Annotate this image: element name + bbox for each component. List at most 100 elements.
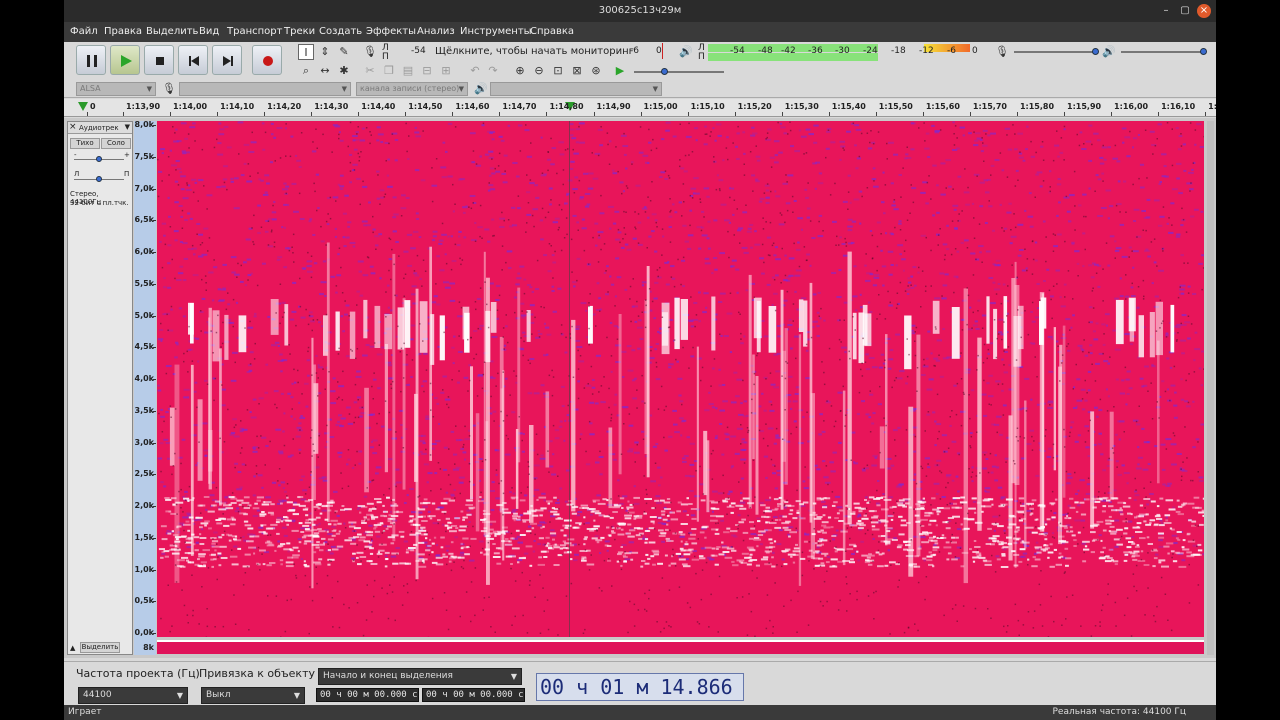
play-button[interactable] — [110, 45, 140, 75]
selection-end-field[interactable]: 00 ч 00 м 00.000 с — [422, 688, 525, 702]
play-meter-tick: -36 — [808, 46, 823, 56]
ruler-tick-label: 1:15,70 — [972, 102, 1007, 111]
paste-icon[interactable]: ▤ — [400, 63, 416, 79]
ruler-tick-label: 1:15,60 — [925, 102, 960, 111]
track-menu-chevron-icon[interactable]: ▼ — [125, 123, 130, 131]
record-volume-track[interactable] — [1014, 51, 1098, 53]
chevron-down-icon: ▼ — [146, 85, 152, 93]
window-title: 300625с13ч29м — [598, 5, 682, 16]
play-region-start-icon[interactable] — [78, 102, 88, 111]
play-volume-track[interactable] — [1121, 51, 1205, 53]
pause-button[interactable] — [76, 45, 106, 75]
zoom-tool-icon[interactable]: ⌕ — [298, 63, 314, 79]
second-channel-strip[interactable] — [157, 640, 1204, 654]
maximize-icon[interactable]: ▢ — [1178, 4, 1192, 18]
record-meter-right-channel: П — [382, 52, 389, 62]
record-meter-monitor-text[interactable]: Щёлкните, чтобы начать мониторинг — [435, 46, 634, 57]
project-rate-combo[interactable]: 44100 ▼ — [78, 687, 188, 704]
pan-slider-knob[interactable] — [96, 176, 102, 182]
fit-selection-icon[interactable]: ⊡ — [550, 63, 566, 79]
timeline-ruler[interactable]: 0 1:13,90 1:14,00 1:14,10 1:14,20 1:14,30 1:14… — [64, 99, 1216, 117]
track-name[interactable]: Аудиотрек — [79, 124, 119, 132]
cut-icon[interactable]: ✂ — [362, 63, 378, 79]
time-seconds: 14.866 — [660, 675, 733, 699]
play-at-speed-icon[interactable]: ▶ — [612, 63, 628, 79]
menu-edit[interactable]: Правка — [104, 26, 142, 37]
undo-icon[interactable]: ↶ — [467, 63, 483, 79]
silence-icon[interactable]: ⊞ — [438, 63, 454, 79]
selection-mode-value: Начало и конец выделения — [323, 671, 453, 681]
multi-tool-icon[interactable]: ✱ — [336, 63, 352, 79]
menu-bar: Файл Правка Выделить Вид Транспорт Треки… — [64, 22, 1216, 42]
solo-button[interactable]: Соло — [101, 138, 131, 149]
project-rate-label: Частота проекта (Гц) — [76, 667, 200, 680]
selection-toolbar: Частота проекта (Гц) 44100 ▼ Привязка к о… — [64, 661, 1216, 720]
play-speed-track[interactable] — [634, 71, 724, 73]
ruler-tick-label: 0 — [90, 102, 96, 111]
menu-select[interactable]: Выделить — [146, 26, 198, 37]
play-speed-knob[interactable] — [661, 68, 668, 75]
frequency-tick-mark — [153, 601, 156, 603]
play-volume-knob[interactable] — [1200, 48, 1207, 55]
zoom-toggle-icon[interactable]: ⊛ — [588, 63, 604, 79]
copy-icon[interactable]: ❐ — [381, 63, 397, 79]
collapse-track-icon[interactable]: ▲ — [70, 644, 75, 652]
record-volume-icon: 🎙 — [995, 45, 1009, 58]
stop-icon — [156, 57, 164, 65]
stop-button[interactable] — [144, 45, 174, 75]
selection-start-field[interactable]: 00 ч 00 м 00.000 с — [316, 688, 419, 702]
selection-tool-icon[interactable]: I — [298, 44, 314, 60]
frequency-scale[interactable]: 8,0k 7,5k 7,0k 6,5k 6,0k 5,5k 5,0k 4,5k 4,0k 3,5k… — [134, 120, 156, 655]
record-button[interactable] — [252, 45, 282, 75]
select-track-button[interactable]: Выделить — [80, 642, 120, 653]
frequency-tick-label: 3,5k — [134, 405, 155, 415]
redo-icon[interactable]: ↷ — [485, 63, 501, 79]
menu-tracks[interactable]: Треки — [284, 26, 315, 37]
track-close-icon[interactable]: × — [69, 122, 77, 132]
record-volume-knob[interactable] — [1092, 48, 1099, 55]
draw-tool-icon[interactable]: ✎ — [336, 44, 352, 60]
menu-analyze[interactable]: Анализ — [417, 26, 455, 37]
menu-generate[interactable]: Создать — [319, 26, 362, 37]
menu-file[interactable]: Файл — [70, 26, 98, 37]
frequency-tick-mark — [153, 220, 156, 222]
microphone-icon[interactable]: 🎙 — [362, 44, 378, 60]
fit-project-icon[interactable]: ⊠ — [569, 63, 585, 79]
menu-effects[interactable]: Эффекты — [366, 26, 416, 37]
audio-position-display[interactable]: 00 ч 01 м 14.866 с — [536, 673, 744, 720]
menu-transport[interactable]: Транспорт — [227, 26, 282, 37]
frequency-tick-label: 8,0k — [134, 120, 155, 129]
frequency-tick-label: 5,5k — [134, 278, 155, 288]
vertical-scrollbar[interactable] — [1207, 121, 1214, 655]
zoom-in-icon[interactable]: ⊕ — [512, 63, 528, 79]
skip-start-button[interactable] — [178, 45, 208, 75]
speaker-icon[interactable]: 🔊 — [678, 44, 694, 60]
spectrogram-view[interactable] — [157, 121, 1204, 637]
pause-icon — [87, 55, 97, 67]
minimize-icon[interactable]: – — [1159, 4, 1173, 18]
chevron-down-icon: ▼ — [176, 691, 183, 700]
selection-mode-combo[interactable]: Начало и конец выделения ▼ — [318, 668, 522, 685]
trim-icon[interactable]: ⊟ — [419, 63, 435, 79]
playback-device-combo[interactable]: ▼ — [490, 82, 662, 96]
menu-tools[interactable]: Инструменты — [460, 26, 532, 37]
record-meter-scale-zero: 0 — [656, 46, 662, 56]
close-icon[interactable]: × — [1197, 4, 1211, 18]
recording-device-combo[interactable]: ▼ — [179, 82, 351, 96]
recording-channels-combo[interactable]: канала записи (стерео) ▼ — [356, 82, 468, 96]
track-header: × Аудиотрек ▼ — [68, 122, 132, 134]
mute-button[interactable]: Тихо — [70, 138, 100, 149]
timeshift-tool-icon[interactable]: ↔ — [317, 63, 333, 79]
zoom-out-icon[interactable]: ⊖ — [531, 63, 547, 79]
envelope-tool-icon[interactable]: ⇕ — [317, 44, 333, 60]
frequency-tick-mark — [153, 347, 156, 349]
snap-to-combo[interactable]: Выкл ▼ — [201, 687, 305, 704]
ruler-tick-label: 1:16,00 — [1114, 102, 1149, 111]
menu-help[interactable]: Справка — [530, 26, 574, 37]
audio-host-combo[interactable]: ALSA ▼ — [76, 82, 156, 96]
gain-slider-knob[interactable] — [96, 156, 102, 162]
menu-view[interactable]: Вид — [199, 26, 219, 37]
ruler-tick-mark — [969, 112, 971, 116]
skip-end-button[interactable] — [212, 45, 242, 75]
frequency-tick-label: 5,0k — [134, 310, 155, 320]
